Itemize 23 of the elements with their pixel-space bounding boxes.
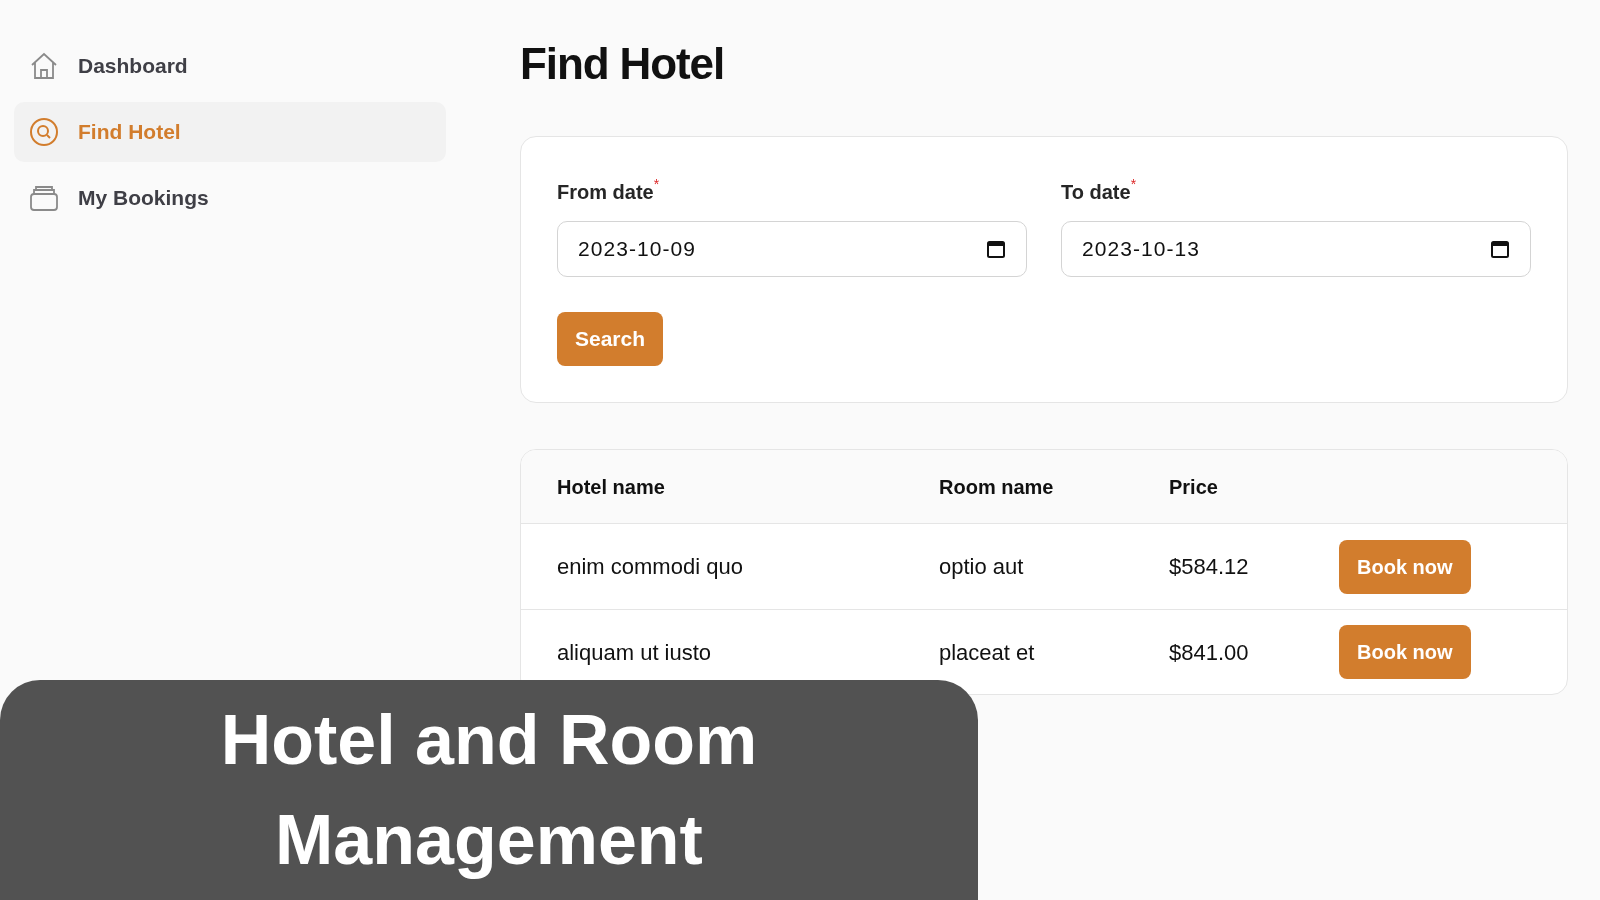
- column-header: Hotel name: [557, 474, 666, 500]
- table-cell-text: aliquam ut iusto: [557, 638, 713, 667]
- required-mark: *: [653, 177, 660, 191]
- search-icon: [28, 116, 60, 148]
- banner-title: Hotel and Room: [220, 700, 758, 781]
- page-title: Find Hotel: [520, 38, 726, 90]
- field-label: From date: [557, 181, 654, 205]
- table-cell-text: placeat et: [939, 638, 1036, 667]
- column-header: Price: [1169, 474, 1219, 500]
- calendar-icon[interactable]: [986, 239, 1006, 259]
- required-mark: *: [1130, 177, 1137, 191]
- table-cell-text: optio aut: [939, 553, 1025, 581]
- column-header: Room name: [939, 474, 1055, 500]
- table-cell-text: $841.00: [1169, 638, 1250, 667]
- field-label: To date: [1061, 181, 1131, 205]
- sidebar-item[interactable]: Dashboard: [14, 36, 446, 96]
- date-field[interactable]: 2023-10-09: [557, 221, 1027, 277]
- table-cell-text: enim commodi quo: [557, 553, 744, 581]
- sidebar-item[interactable]: My Bookings: [14, 168, 446, 228]
- banner-title: Management: [275, 800, 703, 881]
- table-cell-text: $584.12: [1169, 553, 1250, 581]
- calendar-icon[interactable]: [1490, 239, 1510, 259]
- date-field[interactable]: 2023-10-13: [1061, 221, 1531, 277]
